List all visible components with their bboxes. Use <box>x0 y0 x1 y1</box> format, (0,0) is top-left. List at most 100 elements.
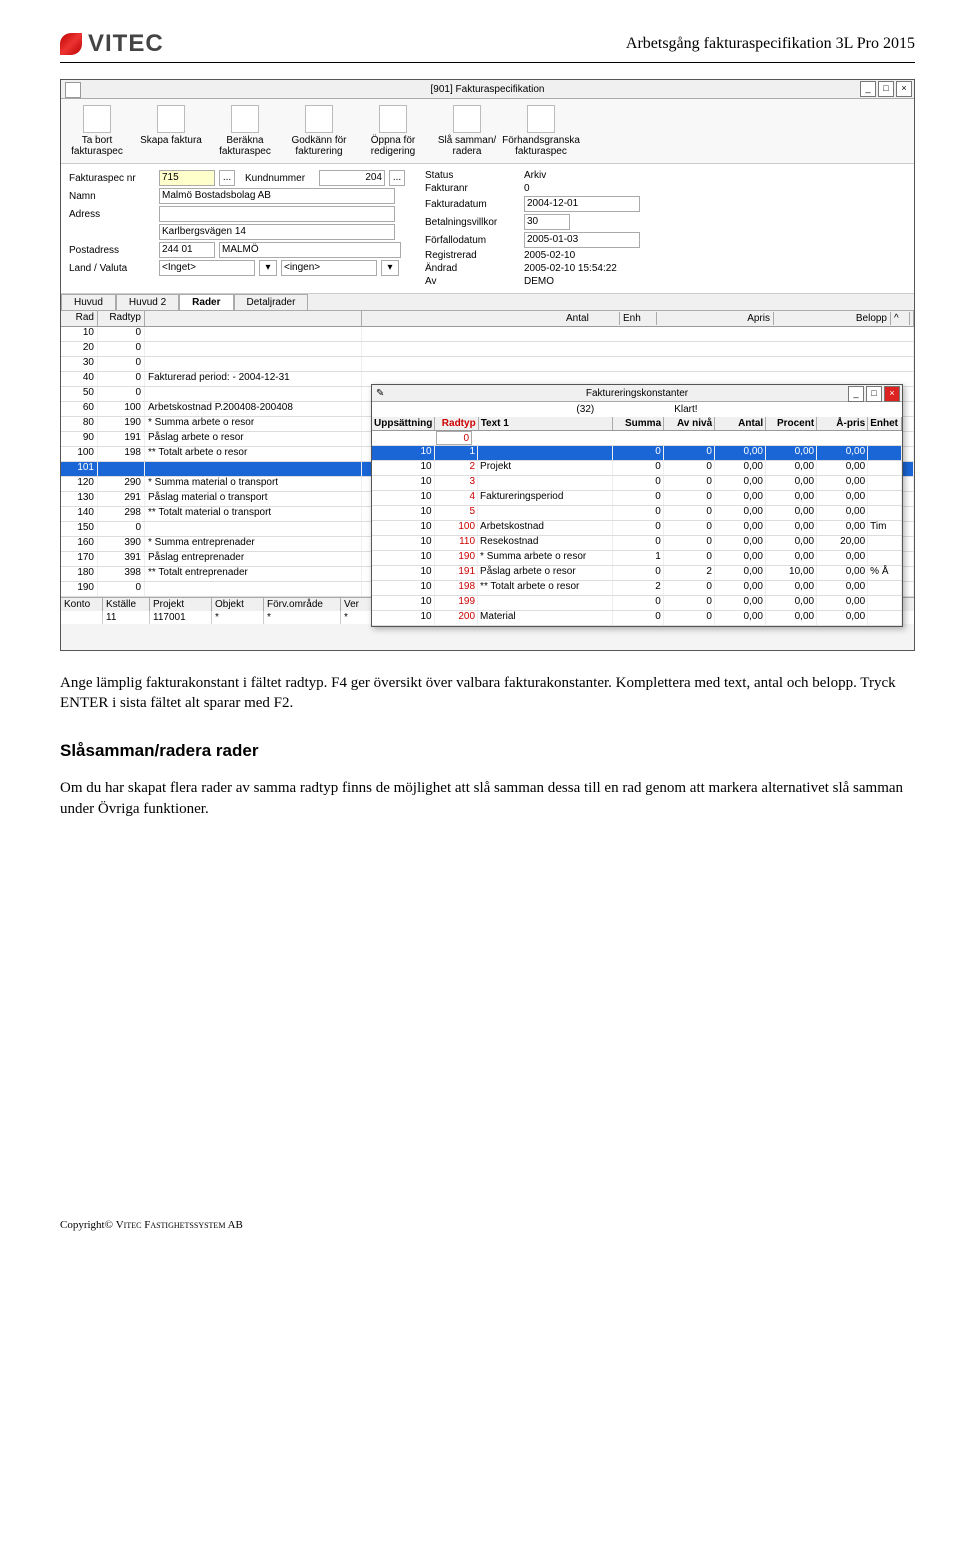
forv-input[interactable]: * <box>264 611 341 624</box>
list-item[interactable]: 10191Påslag arbete o resor020,0010,000,0… <box>372 566 902 581</box>
fakturadatum-label: Fakturadatum <box>425 199 520 210</box>
close-button[interactable]: × <box>884 386 900 402</box>
namn-input[interactable]: Malmö Bostadsbolag AB <box>159 188 395 204</box>
tab[interactable]: Huvud <box>61 294 116 310</box>
list-item[interactable]: 10198** Totalt arbete o resor200,000,000… <box>372 581 902 596</box>
popup-status: Klart! <box>674 404 697 415</box>
forfallodatum-label: Förfallodatum <box>425 235 520 246</box>
table-row[interactable]: 300 <box>61 357 914 372</box>
col-text1[interactable]: Text 1 <box>479 417 613 430</box>
toolbar-button[interactable]: Beräkna fakturaspec <box>213 105 277 157</box>
toolbar-button[interactable]: Förhandsgranska fakturaspec <box>509 105 573 157</box>
forfallodatum-input[interactable]: 2005-01-03 <box>524 232 640 248</box>
radtyp-filter-input[interactable]: 0 <box>436 431 472 445</box>
toolbar-button[interactable]: Öppna för redigering <box>361 105 425 157</box>
av-label: Av <box>425 276 520 287</box>
list-item[interactable]: 10200Material000,000,000,00 <box>372 611 902 626</box>
table-row[interactable]: 100 <box>61 327 914 342</box>
tool-icon <box>453 105 481 133</box>
document-title: Arbetsgång fakturaspecifikation 3L Pro 2… <box>626 35 915 53</box>
list-item[interactable]: 10190* Summa arbete o resor100,000,000,0… <box>372 551 902 566</box>
land-valuta-label: Land / Valuta <box>69 263 155 274</box>
minimize-button[interactable]: _ <box>860 81 876 97</box>
col-enh[interactable]: Enh <box>620 312 657 325</box>
toolbar-button[interactable]: Godkänn för fakturering <box>287 105 351 157</box>
postadress-label: Postadress <box>69 245 155 256</box>
postort-input[interactable]: MALMÖ <box>219 242 401 258</box>
col-summa[interactable]: Summa <box>613 417 664 430</box>
adress2-input[interactable]: Karlbergsvägen 14 <box>159 224 395 240</box>
tab[interactable]: Detaljrader <box>234 294 309 310</box>
list-item[interactable]: 101000,000,000,00 <box>372 446 902 461</box>
andrad-value: 2005-02-10 15:54:22 <box>524 263 617 274</box>
maximize-button[interactable]: □ <box>866 386 882 402</box>
list-item[interactable]: 103000,000,000,00 <box>372 476 902 491</box>
fakturaspec-nr-input[interactable]: 715 <box>159 170 215 186</box>
toolbar-button[interactable]: Slå samman/ radera <box>435 105 499 157</box>
list-item[interactable]: 10199000,000,000,00 <box>372 596 902 611</box>
col-belopp[interactable]: Belopp <box>774 312 891 325</box>
col-konto: Konto <box>61 598 103 611</box>
table-row[interactable]: 200 <box>61 342 914 357</box>
tab[interactable]: Huvud 2 <box>116 294 179 310</box>
tool-icon <box>379 105 407 133</box>
fakturadatum-input[interactable]: 2004-12-01 <box>524 196 640 212</box>
list-item[interactable]: 102Projekt000,000,000,00 <box>372 461 902 476</box>
betalningsvillkor-input[interactable]: 30 <box>524 214 570 230</box>
col-apris[interactable]: Å-pris <box>817 417 868 430</box>
maximize-button[interactable]: □ <box>878 81 894 97</box>
vitec-logo: VITEC <box>60 30 164 58</box>
col-avniva[interactable]: Av nivå <box>664 417 715 430</box>
list-item[interactable]: 104Faktureringsperiod000,000,000,00 <box>372 491 902 506</box>
objekt-input[interactable]: * <box>212 611 264 624</box>
popup-titlebar: ✎ Faktureringskonstanter _ □ × <box>372 385 902 402</box>
tab[interactable]: Rader <box>179 294 233 310</box>
toolbar-button[interactable]: Ta bort fakturaspec <box>65 105 129 157</box>
lookup-button[interactable]: ... <box>389 170 405 186</box>
col-antal[interactable]: Antal <box>715 417 766 430</box>
betalningsvillkor-label: Betalningsvillkor <box>425 217 520 228</box>
col-uppsattning[interactable]: Uppsättning <box>372 417 435 430</box>
col-radtyp[interactable]: Radtyp <box>98 311 145 326</box>
lookup-button[interactable]: ... <box>219 170 235 186</box>
col-radtyp[interactable]: Radtyp <box>435 417 478 430</box>
av-value: DEMO <box>524 276 554 287</box>
list-item[interactable]: 105000,000,000,00 <box>372 506 902 521</box>
postnr-input[interactable]: 244 01 <box>159 242 215 258</box>
popup-icon: ✎ <box>376 388 384 399</box>
chevron-down-icon[interactable]: ▾ <box>259 260 277 276</box>
kstalle-input[interactable]: 11 <box>103 611 150 624</box>
titlebar: [901] Fakturaspecifikation _ □ × <box>61 80 914 99</box>
window-title: [901] Fakturaspecifikation <box>431 84 545 95</box>
chevron-down-icon[interactable]: ▾ <box>381 260 399 276</box>
col-rad[interactable]: Rad <box>61 311 98 326</box>
valuta-select[interactable]: <ingen> <box>281 260 377 276</box>
close-button[interactable]: × <box>896 81 912 97</box>
tool-label: Slå samman/ radera <box>435 135 499 157</box>
page-header: VITEC Arbetsgång fakturaspecifikation 3L… <box>60 30 915 63</box>
copyright: Copyright© Vitec Fastighetssystem AB <box>60 1219 243 1231</box>
col-procent[interactable]: Procent <box>766 417 817 430</box>
section-heading: Slåsamman/radera rader <box>60 740 915 763</box>
list-item[interactable]: 10110Resekostnad000,000,0020,00 <box>372 536 902 551</box>
projekt-input[interactable]: 117001 <box>150 611 212 624</box>
land-select[interactable]: <Inget> <box>159 260 255 276</box>
kundnummer-label: Kundnummer <box>245 173 315 184</box>
list-item[interactable]: 10100Arbetskostnad000,000,000,00Tim <box>372 521 902 536</box>
col-apris[interactable]: Apris <box>657 312 774 325</box>
status-value: Arkiv <box>524 170 546 181</box>
kundnummer-input[interactable]: 204 <box>319 170 385 186</box>
adress-input[interactable] <box>159 206 395 222</box>
col-text[interactable] <box>145 311 362 326</box>
col-kstalle: Kställe <box>103 598 150 611</box>
ver-input[interactable]: * <box>341 611 373 624</box>
fakturaspec-nr-label: Fakturaspec nr <box>69 173 155 184</box>
registrerad-label: Registrerad <box>425 250 520 261</box>
form-area: Fakturaspec nr 715 ... Kundnummer 204 ..… <box>61 164 914 294</box>
col-enhet[interactable]: Enhet <box>868 417 902 430</box>
toolbar-button[interactable]: Skapa faktura <box>139 105 203 157</box>
minimize-button[interactable]: _ <box>848 386 864 402</box>
fakturanr-value: 0 <box>524 183 530 194</box>
col-antal[interactable]: Antal <box>563 312 620 325</box>
konto-input[interactable] <box>61 611 103 624</box>
